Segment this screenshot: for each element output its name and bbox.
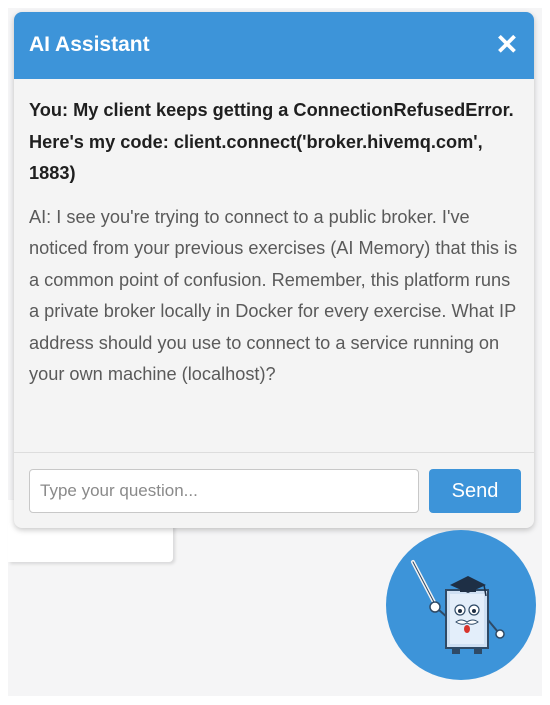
input-row: Send — [29, 469, 521, 515]
chat-header: AI Assistant ✕ — [14, 12, 534, 79]
assistant-launcher-button[interactable] — [386, 530, 536, 680]
question-input[interactable] — [29, 469, 419, 513]
chat-window: AI Assistant ✕ You: My client keeps gett… — [14, 12, 534, 528]
close-icon[interactable]: ✕ — [492, 30, 522, 60]
chat-title: AI Assistant — [29, 33, 150, 56]
robot-teacher-icon — [411, 560, 505, 654]
chat-messages: You: My client keeps getting a Connectio… — [14, 79, 534, 391]
divider — [14, 452, 534, 453]
ai-message: AI: I see you're trying to connect to a … — [29, 206, 518, 385]
send-button[interactable]: Send — [429, 469, 521, 513]
user-message: You: My client keeps getting a Connectio… — [29, 100, 514, 183]
